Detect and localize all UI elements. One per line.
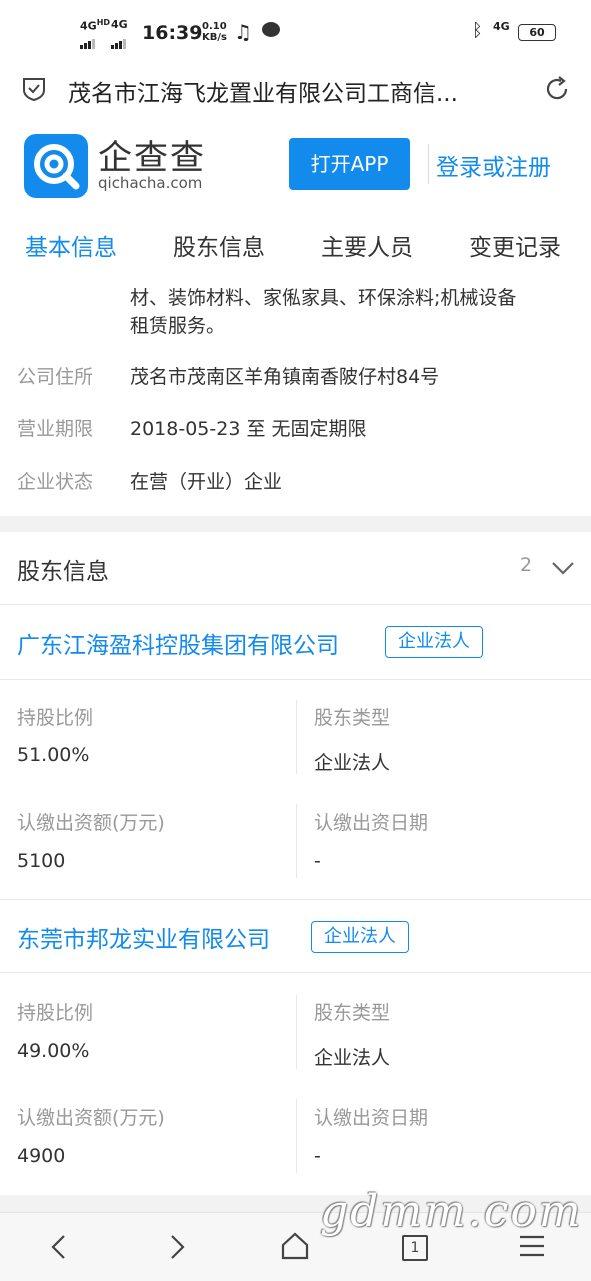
term-label: 营业期限: [17, 418, 94, 440]
battery-icon: 60: [518, 24, 556, 41]
column-divider: [296, 700, 297, 774]
tabs-icon[interactable]: 1: [402, 1235, 428, 1261]
signal-icon-2: [111, 30, 127, 49]
business-scope-line-1: 材、装饰材料、家俬家具、环保涂料;机械设备: [130, 287, 517, 309]
tab-shareholders[interactable]: 股东信息: [173, 228, 265, 262]
section-tabs: 基本信息 股东信息 主要人员 变更记录: [0, 208, 591, 280]
logo-text[interactable]: 企查查: [98, 130, 206, 179]
business-scope-line-2: 租赁服务。: [130, 315, 226, 337]
divider: [0, 972, 591, 973]
shareholders-section: 股东信息 2 广东江海盈科控股集团有限公司 企业法人 持股比例 51.00% 股…: [0, 532, 591, 1195]
date-label-1: 认缴出资日期: [314, 812, 429, 834]
column-divider: [296, 804, 297, 878]
date-value-2: -: [314, 1145, 321, 1167]
status-value: 在营（开业）企业: [130, 471, 283, 493]
shareholders-count: 2: [520, 554, 533, 576]
type-label-2: 股东类型: [314, 1002, 391, 1024]
site-header: 企查查 qichacha.com 打开APP 登录或注册: [0, 114, 591, 209]
amount-value-2: 4900: [17, 1145, 66, 1167]
forward-icon[interactable]: [166, 1233, 188, 1261]
watermark: gdmm.com: [320, 1186, 583, 1237]
ratio-label-2: 持股比例: [17, 1002, 94, 1024]
date-value-1: -: [314, 850, 321, 872]
browser-title-bar: 茂名市江海飞龙置业有限公司工商信...: [0, 64, 591, 114]
signal-icon: [80, 30, 96, 49]
shareholder-badge-2: 企业法人: [311, 921, 409, 953]
chevron-down-icon[interactable]: [551, 560, 575, 576]
divider: [0, 604, 591, 605]
shareholder-badge-1: 企业法人: [385, 626, 483, 658]
column-divider: [296, 1099, 297, 1173]
network-speed: 0.10 KB/s: [202, 21, 227, 43]
type-value-1: 企业法人: [314, 752, 391, 774]
amount-value-1: 5100: [17, 850, 66, 872]
tab-change-records[interactable]: 变更记录: [469, 228, 561, 262]
open-app-button[interactable]: 打开APP: [289, 138, 410, 190]
type-value-2: 企业法人: [314, 1047, 391, 1069]
back-icon[interactable]: [48, 1233, 70, 1261]
term-value: 2018-05-23 至 无固定期限: [130, 418, 367, 440]
music-icon: ♫: [234, 20, 252, 44]
header-divider: [428, 144, 429, 184]
date-label-2: 认缴出资日期: [314, 1107, 429, 1129]
type-label-1: 股东类型: [314, 707, 391, 729]
shareholder-name-1[interactable]: 广东江海盈科控股集团有限公司: [17, 626, 339, 660]
shareholder-name-2[interactable]: 东莞市邦龙实业有限公司: [17, 920, 270, 954]
ratio-value-1: 51.00%: [17, 744, 90, 766]
column-divider: [296, 995, 297, 1069]
status-bar: 4GHD 4G 16:39 0.10 KB/s ♫ ᛒ 4G 60: [0, 0, 591, 64]
address-label: 公司住所: [17, 366, 94, 388]
home-icon[interactable]: [280, 1231, 310, 1261]
amount-label-2: 认缴出资额(万元): [17, 1107, 165, 1129]
ratio-label-1: 持股比例: [17, 707, 94, 729]
logo-domain: qichacha.com: [98, 174, 203, 192]
network-type-3: 4G: [493, 20, 510, 33]
refresh-icon[interactable]: [543, 75, 571, 103]
address-value: 茂名市茂南区羊角镇南香陂仔村84号: [130, 366, 440, 388]
shield-icon[interactable]: [22, 76, 46, 102]
divider: [0, 899, 591, 900]
shareholders-title: 股东信息: [17, 559, 109, 585]
ratio-value-2: 49.00%: [17, 1040, 90, 1062]
amount-label-1: 认缴出资额(万元): [17, 812, 165, 834]
tab-basic-info[interactable]: 基本信息: [25, 228, 117, 262]
status-label: 企业状态: [17, 471, 94, 493]
clock: 16:39: [142, 22, 203, 44]
bluetooth-icon: ᛒ: [472, 20, 483, 41]
qichacha-logo-icon[interactable]: [24, 134, 88, 198]
login-register-link[interactable]: 登录或注册: [436, 148, 551, 182]
page-title: 茂名市江海飞龙置业有限公司工商信...: [68, 81, 458, 107]
message-icon: [262, 22, 280, 37]
basic-info-section: 材、装饰材料、家俬家具、环保涂料;机械设备 租赁服务。 公司住所 茂名市茂南区羊…: [0, 280, 591, 516]
divider: [0, 679, 591, 680]
tab-key-personnel[interactable]: 主要人员: [321, 228, 413, 262]
